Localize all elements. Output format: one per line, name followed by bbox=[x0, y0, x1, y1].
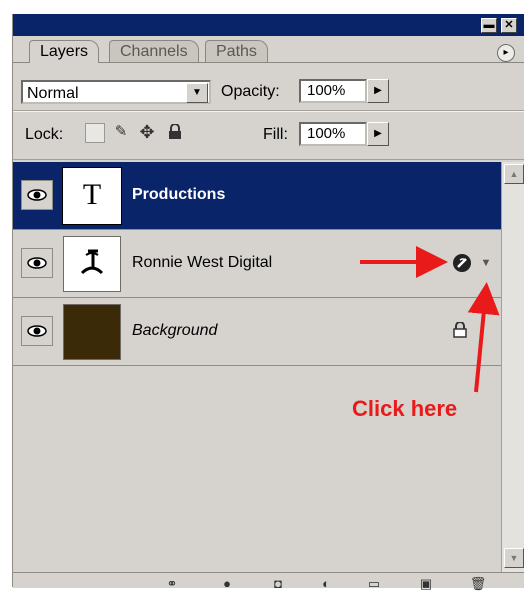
tab-layers[interactable]: Layers bbox=[29, 40, 100, 63]
annotation-arrows bbox=[360, 246, 500, 393]
annotation-click-here: Click here bbox=[352, 396, 458, 421]
arrow-to-triangle-icon bbox=[467, 282, 500, 393]
